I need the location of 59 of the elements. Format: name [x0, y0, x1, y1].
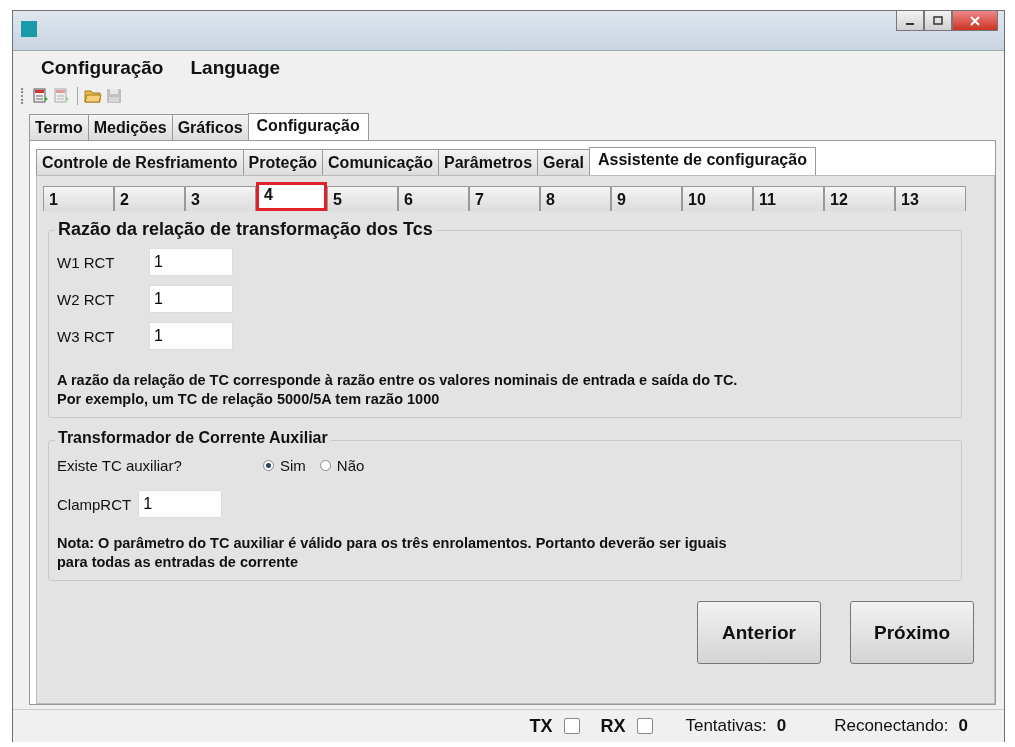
- status-label: Reconectando:: [834, 716, 949, 736]
- step-tab[interactable]: 13: [895, 186, 966, 211]
- toolbar-grip: [21, 88, 25, 104]
- step-tab[interactable]: 6: [398, 186, 469, 211]
- maximize-icon: [932, 15, 944, 26]
- step-tab[interactable]: 12: [824, 186, 895, 211]
- tab[interactable]: Comunicação: [322, 149, 439, 175]
- group-title: Razão da relação de transformação dos Tcs: [55, 219, 436, 240]
- folder-icon[interactable]: [84, 87, 102, 105]
- step-tab[interactable]: 3: [185, 186, 256, 211]
- note-text: A razão da relação de TC corresponde à razão entre os valores nominais de entrada e saída do TC. Por exemplo, um TC de relação 5000/5A tem razão 1000: [57, 371, 739, 409]
- field-label: W2 RCT: [57, 290, 116, 308]
- tab[interactable]: Assistente de configuração: [588, 147, 816, 175]
- step-tab[interactable]: 7: [469, 186, 540, 211]
- close-icon: [969, 15, 981, 26]
- status-label: Tentativas:: [685, 716, 767, 736]
- tab[interactable]: Configuração: [247, 113, 369, 140]
- step-tab[interactable]: 8: [540, 186, 611, 211]
- field-label: W1 RCT: [57, 253, 116, 271]
- tab[interactable]: Geral: [537, 149, 590, 175]
- menu-item[interactable]: Language: [190, 57, 281, 79]
- nav-button[interactable]: Próximo: [850, 601, 974, 664]
- field-label: W3 RCT: [57, 327, 116, 345]
- checkbox[interactable]: [564, 718, 581, 734]
- minimize-button[interactable]: [896, 11, 924, 31]
- app-icon: [21, 21, 37, 37]
- step-tab[interactable]: 9: [611, 186, 682, 211]
- tab[interactable]: Gráficos: [171, 114, 249, 140]
- step-tab[interactable]: 2: [114, 186, 185, 211]
- input-field[interactable]: 1: [149, 285, 233, 313]
- close-button[interactable]: [952, 11, 998, 31]
- tab[interactable]: Parâmetros: [438, 149, 539, 175]
- step-tab[interactable]: 1: [43, 186, 114, 211]
- step-tab[interactable]: 5: [327, 186, 398, 211]
- tab[interactable]: Proteção: [242, 149, 324, 175]
- step-tab[interactable]: 11: [753, 186, 824, 211]
- status-value: 0: [958, 716, 968, 736]
- radio-option[interactable]: Sim: [263, 457, 306, 474]
- device-icon[interactable]: [32, 87, 50, 105]
- minimize-icon: [906, 22, 914, 25]
- note-text: Nota: O parâmetro do TC auxiliar é válido para os três enrolamentos. Portanto deverão ser iguais para todas as entradas de corrente: [57, 534, 728, 572]
- status-value: 0: [776, 716, 787, 736]
- tab[interactable]: Medições: [87, 114, 173, 140]
- input-field[interactable]: 1: [149, 322, 233, 350]
- maximize-button[interactable]: [924, 11, 952, 31]
- input-field[interactable]: 1: [138, 490, 223, 518]
- field-label: ClampRCT: [57, 495, 132, 513]
- menu-item[interactable]: Configuração: [41, 57, 164, 79]
- status-label: RX: [600, 715, 626, 737]
- tab[interactable]: Termo: [29, 114, 89, 140]
- input-field[interactable]: 1: [149, 248, 233, 276]
- radio-option[interactable]: Não: [319, 457, 365, 474]
- question-label: Existe TC auxiliar?: [57, 457, 183, 474]
- step-tab[interactable]: 10: [682, 186, 753, 211]
- tab[interactable]: Controle de Resfriamento: [36, 149, 244, 175]
- checkbox[interactable]: [637, 718, 654, 734]
- nav-button[interactable]: Anterior: [697, 601, 821, 664]
- step-tab[interactable]: 4: [256, 182, 327, 211]
- status-label: TX: [529, 715, 553, 737]
